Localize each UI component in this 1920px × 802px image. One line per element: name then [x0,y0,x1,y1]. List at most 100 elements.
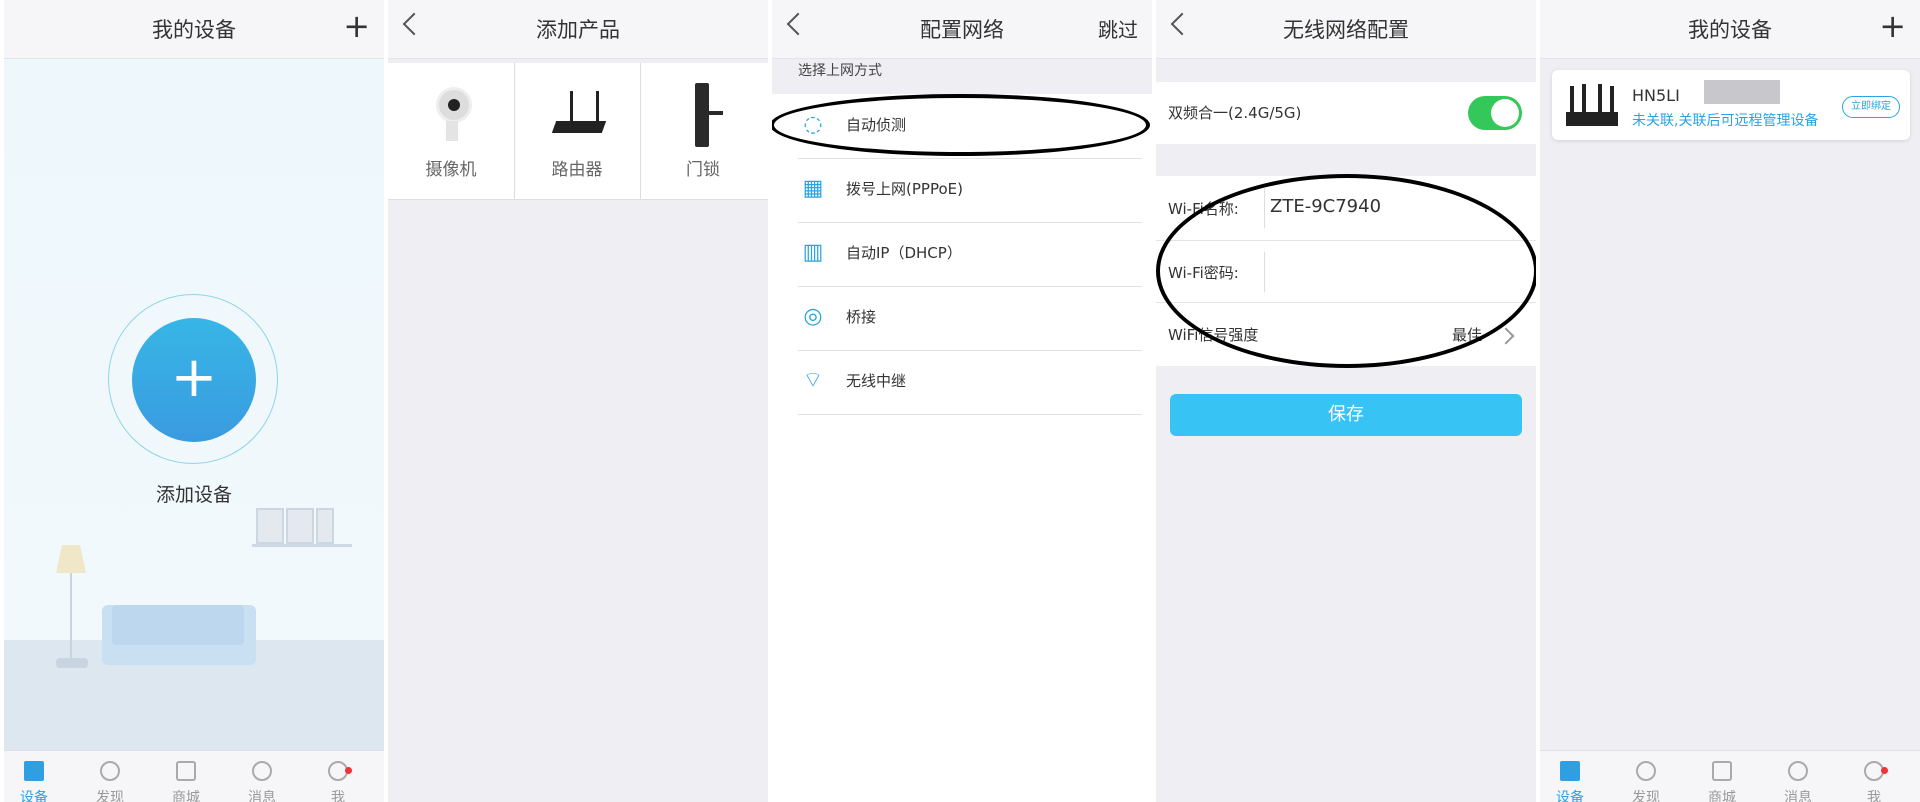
header: 添加产品 [388,0,768,59]
my-devices-screen-empty: 我的设备 + + 添加设备 设备 发现 商城 消息 我 [4,0,384,802]
tab-label: 我 [1867,790,1881,802]
configure-network-screen: 配置网络 跳过 选择上网方式 ◌ 自动侦测 ▦ 拨号上网(PPPoE) ▥ 自动… [772,0,1152,802]
sofa-back [112,605,244,645]
notification-dot [345,767,352,774]
bridge-icon: ◎ [803,304,823,329]
tab-discover[interactable]: 发现 [1616,761,1676,802]
add-device-plus-icon[interactable]: + [1879,8,1906,44]
lamp-pole [70,573,72,661]
header: 我的设备 + [4,0,384,59]
tab-device[interactable]: 设备 [1540,761,1600,802]
header: 无线网络配置 [1156,0,1536,59]
picture-frame-illustration [286,508,314,544]
header: 我的设备 + [1540,0,1920,59]
page-title: 配置网络 [920,18,1004,42]
keypad-icon: ▦ [802,176,824,201]
redacted-text [1704,80,1780,104]
tab-label: 商城 [1708,790,1736,802]
discover-icon [100,761,120,781]
method-pppoe[interactable]: ▦ 拨号上网(PPPoE) [798,158,1142,223]
discover-icon [1636,761,1656,781]
picture-frame-illustration [256,508,284,544]
method-dhcp[interactable]: ▥ 自动IP（DHCP） [798,222,1142,287]
method-label: 桥接 [846,308,877,326]
tab-label: 商城 [172,790,200,802]
page-title: 无线网络配置 [1283,18,1409,42]
camera-stand [446,121,458,141]
method-label: 无线中继 [846,372,907,390]
method-bridge[interactable]: ◎ 桥接 [798,286,1142,351]
skip-button[interactable]: 跳过 [1098,14,1138,43]
highlight-oval [772,94,1150,156]
tab-label: 发现 [96,790,124,802]
device-status: 未关联,关联后可远程管理设备 [1632,113,1819,129]
router-antenna [570,91,573,123]
books-illustration [316,508,334,544]
router-icon [1566,84,1618,126]
device-icon [24,761,44,781]
section-label: 选择上网方式 [798,63,882,79]
method-wireless-repeater[interactable]: ⌔ 无线中继 [798,350,1142,415]
tab-label: 发现 [1632,790,1660,802]
product-label: 门锁 [686,160,720,180]
tab-shop[interactable]: 商城 [156,761,216,802]
my-devices-screen: 我的设备 + HN5LI 未关联,关联后可远程管理设备 立即绑定 设备 发现 商… [1540,0,1920,802]
bottom-tab-bar: 设备 发现 商城 消息 我 [4,750,384,802]
device-name: HN5LI [1632,86,1680,105]
wireless-repeater-icon: ⌔ [802,368,824,393]
dual-band-label: 双频合一(2.4G/5G) [1168,104,1302,122]
bottom-tab-bar: 设备 发现 商城 消息 我 [1540,750,1920,802]
tab-shop[interactable]: 商城 [1692,761,1752,802]
highlight-oval [1156,174,1536,368]
shelf-illustration [252,544,352,547]
tab-me[interactable]: 我 [308,761,368,802]
tab-messages[interactable]: 消息 [1768,761,1828,802]
message-icon [1788,761,1808,781]
tab-label: 设备 [1556,790,1584,802]
bind-now-button[interactable]: 立即绑定 [1842,96,1900,118]
add-device-plus-icon[interactable]: + [343,8,370,44]
dual-band-toggle[interactable] [1468,96,1522,130]
tab-label: 消息 [1784,790,1812,802]
tab-label: 消息 [248,790,276,802]
method-label: 自动IP（DHCP） [846,244,962,262]
door-lock-handle [709,111,723,115]
door-lock-icon [695,83,709,147]
wireless-config-screen: 无线网络配置 双频合一(2.4G/5G) Wi-Fi名称: ZTE-9C7940… [1156,0,1536,802]
chevron-right-icon[interactable] [1497,327,1515,345]
tab-discover[interactable]: 发现 [80,761,140,802]
product-door-lock[interactable]: 门锁 [640,63,766,199]
page-title: 我的设备 [1688,18,1772,42]
product-label: 摄像机 [425,160,477,180]
router-icon [551,121,607,133]
tab-me[interactable]: 我 [1844,761,1904,802]
notification-dot [1881,767,1888,774]
tab-device[interactable]: 设备 [4,761,64,802]
product-camera[interactable]: 摄像机 [388,63,515,199]
product-label: 路由器 [551,160,603,180]
add-device-button[interactable]: + [132,318,256,442]
message-icon [252,761,272,781]
device-icon [1560,761,1580,781]
page-title: 我的设备 [152,18,236,42]
tab-label: 我 [331,790,345,802]
save-button[interactable]: 保存 [1170,394,1522,436]
camera-icon [436,87,472,123]
add-product-screen: 添加产品 摄像机 路由器 门锁 [388,0,768,802]
product-grid: 摄像机 路由器 门锁 [388,63,768,200]
shop-bag-icon [176,761,196,781]
router-antenna [596,91,599,123]
lamp-base [56,658,88,668]
shop-bag-icon [1712,761,1732,781]
page-title: 添加产品 [536,18,620,42]
ip-icon: ▥ [802,240,824,265]
dual-band-row: 双频合一(2.4G/5G) [1156,82,1536,144]
tab-label: 设备 [20,790,48,802]
tab-messages[interactable]: 消息 [232,761,292,802]
device-card[interactable]: HN5LI 未关联,关联后可远程管理设备 立即绑定 [1552,70,1910,140]
add-device-label[interactable]: 添加设备 [4,480,384,507]
connection-method-list: ◌ 自动侦测 ▦ 拨号上网(PPPoE) ▥ 自动IP（DHCP） ◎ 桥接 ⌔… [772,94,1152,802]
method-label: 拨号上网(PPPoE) [846,180,963,198]
product-router[interactable]: 路由器 [514,63,641,199]
header: 配置网络 跳过 [772,0,1152,59]
